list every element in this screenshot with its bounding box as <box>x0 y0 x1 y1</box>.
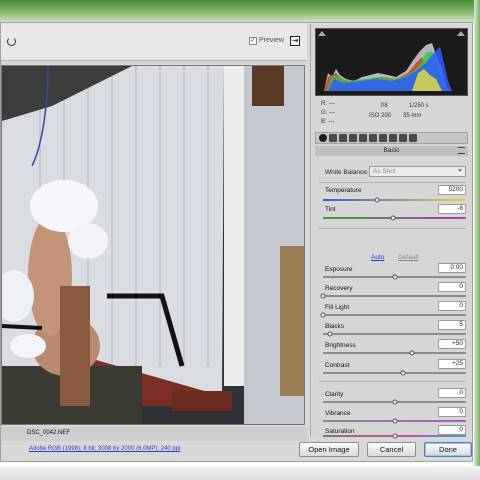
brightness-track[interactable] <box>323 350 466 356</box>
contrast-track[interactable] <box>323 370 466 376</box>
tab-snapshots-icon[interactable] <box>409 134 417 142</box>
exposure-label: Exposure <box>325 266 353 273</box>
tab-tone-curve-icon[interactable] <box>329 134 337 142</box>
vibrance-thumb[interactable] <box>392 418 397 424</box>
preview-checkbox[interactable]: ✓ <box>249 37 257 45</box>
exposure-track[interactable] <box>323 274 466 280</box>
highlight-clipping-icon[interactable] <box>457 31 465 36</box>
fill-light-value[interactable]: 0 <box>438 301 466 311</box>
image-preview[interactable] <box>1 65 305 425</box>
window-shadow <box>0 466 480 480</box>
brightness-thumb[interactable] <box>409 350 415 356</box>
camera-raw-dialog: ✓ Preview ⇥ DSC_0042.NEF R: --- G: --- B… <box>0 22 473 462</box>
white-balance-value: As Shot <box>373 168 396 175</box>
blacks-label: Blacks <box>325 323 345 330</box>
export-icon[interactable]: ⇥ <box>290 36 300 46</box>
window-frame-side <box>474 0 480 480</box>
exposure-thumb[interactable] <box>392 274 397 280</box>
panel-title: Basic <box>315 146 468 156</box>
temperature-thumb[interactable] <box>374 197 380 203</box>
default-link[interactable]: Default <box>398 254 419 261</box>
panel-title-text: Basic <box>383 147 400 154</box>
tab-hsl-icon[interactable] <box>349 134 357 142</box>
vibrance-label: Vibrance <box>325 410 351 417</box>
camera-readout: R: --- G: --- B: --- f/8 1/250 s ISO 200… <box>315 99 468 129</box>
temperature-track[interactable] <box>323 197 466 203</box>
vibrance-track[interactable] <box>323 418 466 424</box>
contrast-thumb[interactable] <box>400 370 406 376</box>
photo-status-bar: DSC_0042.NEF <box>1 427 307 441</box>
clarity-thumb[interactable] <box>392 399 397 405</box>
histogram <box>315 28 468 96</box>
saturation-thumb[interactable] <box>392 433 397 439</box>
tint-thumb[interactable] <box>390 215 396 221</box>
panel-tabs <box>315 132 468 144</box>
toolbar: ✓ Preview ⇥ <box>1 23 307 61</box>
rotate-icon[interactable] <box>7 37 16 46</box>
tab-lens-icon[interactable] <box>369 134 377 142</box>
iso: ISO 200 <box>369 113 392 119</box>
tab-effects-icon[interactable] <box>379 134 387 142</box>
fill-light-thumb[interactable] <box>320 312 326 318</box>
open-image-button[interactable]: Open Image <box>299 442 359 457</box>
vibrance-value[interactable]: 0 <box>438 407 466 417</box>
fill-light-track[interactable] <box>320 312 466 318</box>
recovery-thumb[interactable] <box>320 293 326 299</box>
tab-detail-icon[interactable] <box>339 134 347 142</box>
blacks-value[interactable]: 5 <box>438 320 466 330</box>
tint-value[interactable]: -8 <box>438 204 466 214</box>
saturation-label: Saturation <box>325 428 355 435</box>
tab-basic-icon[interactable] <box>319 134 327 142</box>
divider <box>319 228 466 229</box>
brightness-value[interactable]: +50 <box>438 339 466 349</box>
clarity-value[interactable]: 0 <box>438 388 466 398</box>
recovery-track[interactable] <box>320 293 466 299</box>
divider <box>319 381 466 382</box>
window-frame-top <box>0 0 480 22</box>
rgb-b: B: --- <box>321 119 335 125</box>
focal-length: 35 mm <box>403 113 422 119</box>
tint-track[interactable] <box>323 215 466 221</box>
preview-label: Preview <box>259 37 284 44</box>
saturation-track[interactable] <box>323 433 466 439</box>
cancel-button[interactable]: Cancel <box>367 442 416 457</box>
saturation-value[interactable]: 0 <box>438 425 466 435</box>
rgb-r: R: --- <box>321 101 335 107</box>
shadow-clipping-icon[interactable] <box>318 31 326 36</box>
exposure-value[interactable]: 0.00 <box>438 263 466 273</box>
brightness-label: Brightness <box>325 342 356 349</box>
tab-camera-calibration-icon[interactable] <box>389 134 397 142</box>
clarity-label: Clarity <box>325 391 344 398</box>
aperture: f/8 <box>381 103 388 109</box>
divider <box>319 182 466 183</box>
contrast-label: Contrast <box>325 362 350 369</box>
menu-icon[interactable] <box>458 147 465 154</box>
adjustment-panel: R: --- G: --- B: --- f/8 1/250 s ISO 200… <box>310 24 472 439</box>
done-button[interactable]: Done <box>424 442 472 457</box>
workflow-options-link[interactable]: Adobe RGB (1998); 8 bit; 3008 by 2000 (6… <box>29 446 180 452</box>
clarity-track[interactable] <box>323 399 466 405</box>
fill-light-label: Fill Light <box>325 304 350 311</box>
chevron-down-icon <box>458 169 462 172</box>
tab-split-toning-icon[interactable] <box>359 134 367 142</box>
contrast-value[interactable]: +25 <box>438 359 466 369</box>
blacks-thumb[interactable] <box>327 331 333 337</box>
temperature-value[interactable]: 5200 <box>438 185 466 195</box>
white-balance-label: White Balance: <box>325 169 369 176</box>
blacks-track[interactable] <box>323 331 466 337</box>
rgb-g: G: --- <box>321 110 335 116</box>
tint-label: Tint <box>325 206 336 213</box>
white-balance-select[interactable]: As Shot <box>369 166 466 177</box>
auto-link[interactable]: Auto <box>371 254 384 261</box>
photo-scene <box>2 66 304 424</box>
histogram-graph <box>324 43 452 91</box>
temperature-label: Temperature <box>325 187 362 194</box>
tab-presets-icon[interactable] <box>399 134 407 142</box>
recovery-label: Recovery <box>325 285 353 292</box>
file-name: DSC_0042.NEF <box>27 430 71 436</box>
recovery-value[interactable]: 0 <box>438 282 466 292</box>
shutter-speed: 1/250 s <box>409 103 429 109</box>
